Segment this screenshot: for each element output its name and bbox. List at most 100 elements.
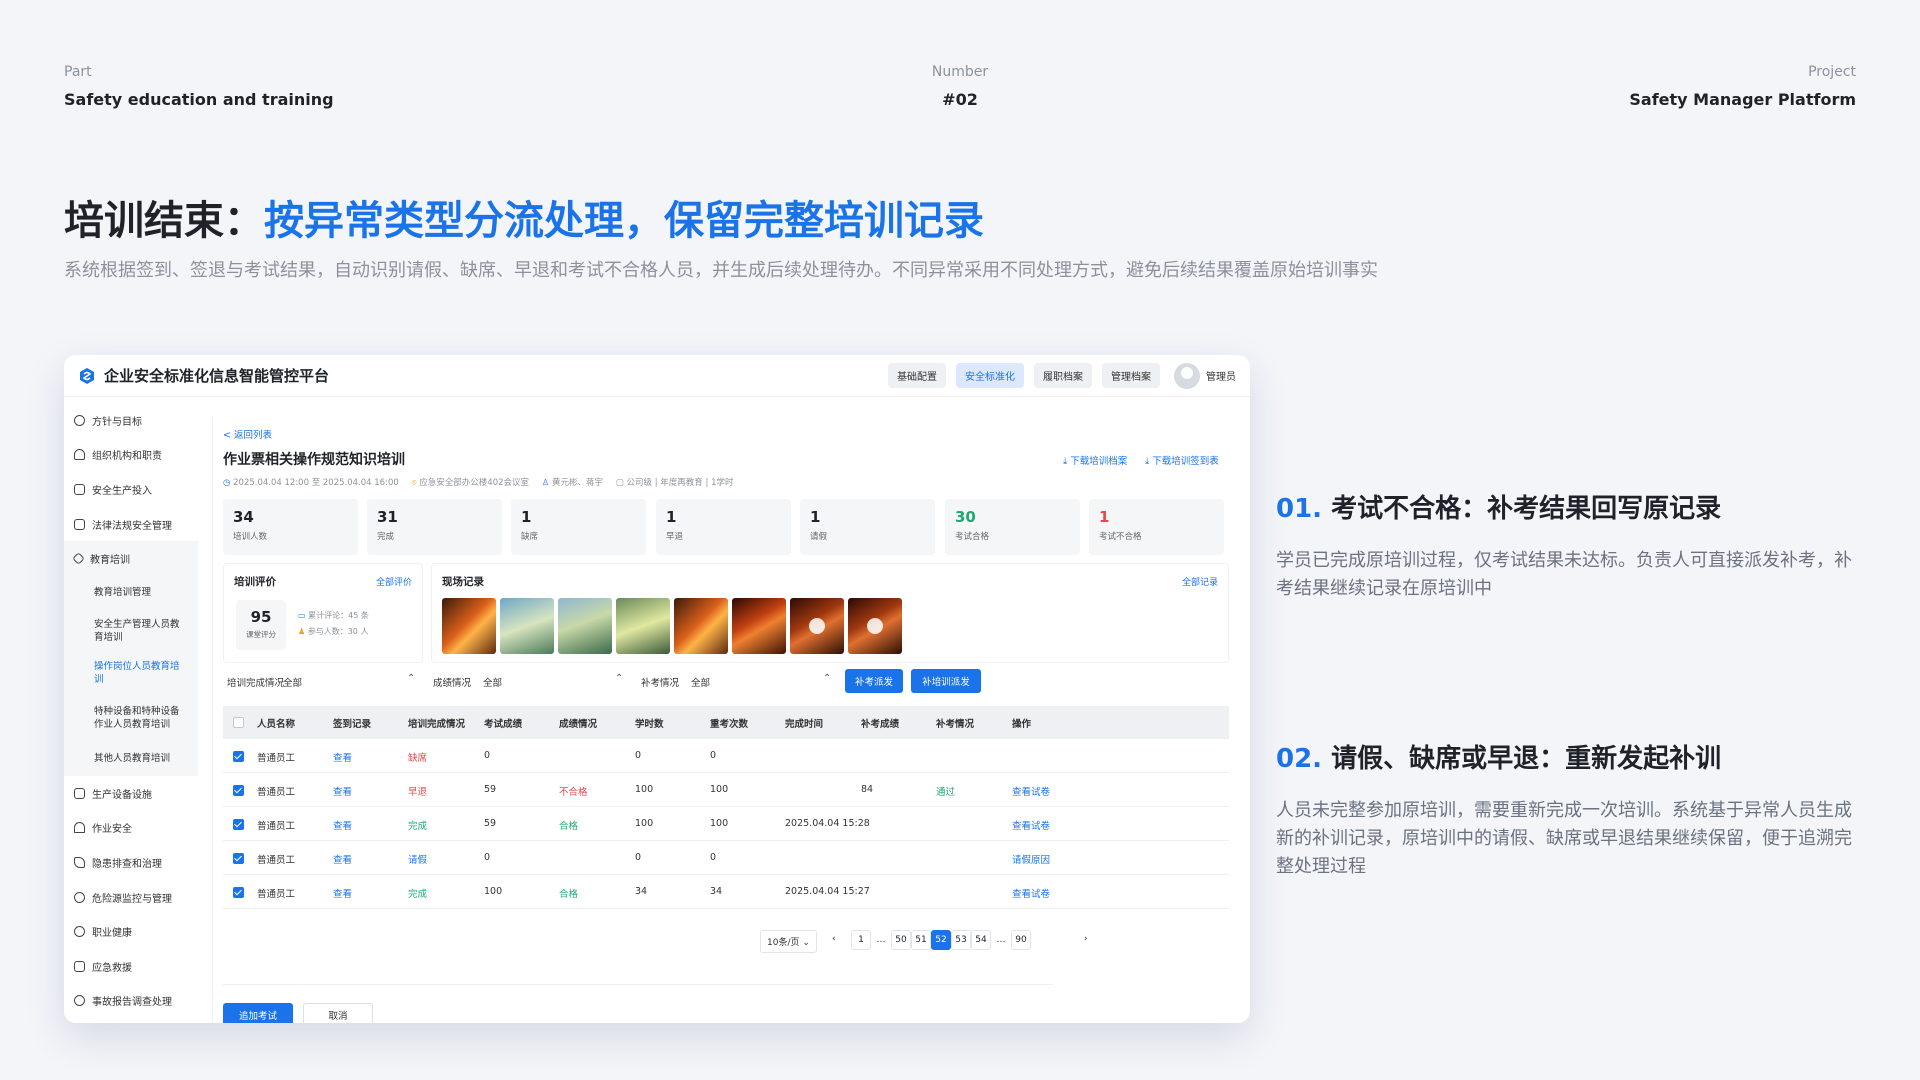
user-name[interactable]: 管理员 xyxy=(1206,368,1236,383)
sidebar-item-education[interactable]: 教育培训 xyxy=(64,541,198,576)
select-all-checkbox[interactable] xyxy=(233,717,244,728)
sidebar-subitem-manager-training[interactable]: 安全生产管理人员教育培训 xyxy=(64,609,198,652)
section-description: 学员已完成原培训过程，仅考试结果未达标。负责人可直接派发补考，补考结果继续记录在… xyxy=(1276,550,1852,599)
part-value: Safety education and training xyxy=(64,90,334,109)
part-label: Part xyxy=(64,64,92,80)
makeup-exam-button[interactable]: 补考派发 xyxy=(845,669,903,693)
cell-signin[interactable]: 查看 xyxy=(333,852,352,866)
download-signin-link[interactable]: ⤓ 下载培训签到表 xyxy=(1145,453,1219,467)
chevron-up-icon[interactable]: ⌃ xyxy=(823,673,831,684)
sidebar-item-investment[interactable]: 安全生产投入 xyxy=(64,472,198,507)
participant-count: ♟ 参与人数：30 人 xyxy=(298,627,369,636)
cell-signin[interactable]: 查看 xyxy=(333,886,352,900)
filter-completion-select[interactable]: 全部 xyxy=(283,675,302,689)
training-info: ◷ 2025.04.04 12:00 至 2025.04.04 16:00 ⌾ … xyxy=(223,478,734,488)
filter-makeup-select[interactable]: 全部 xyxy=(691,675,710,689)
all-evaluations-link[interactable]: 全部评价 xyxy=(376,575,412,588)
download-records-link[interactable]: ⤓ 下载培训档案 xyxy=(1063,453,1127,467)
page-button[interactable]: 50 xyxy=(891,930,911,950)
chevron-up-icon[interactable]: ⌃ xyxy=(407,673,415,684)
cell-signin[interactable]: 查看 xyxy=(333,784,352,798)
project-label: Project xyxy=(1808,64,1856,80)
sidebar-subitem-special-equipment-training[interactable]: 特种设备和特种设备作业人员教育培训 xyxy=(64,693,198,742)
record-thumbnail[interactable] xyxy=(616,598,670,654)
row-checkbox[interactable] xyxy=(233,751,244,762)
back-link[interactable]: < 返回列表 xyxy=(223,427,272,441)
table-row: 普通员工 查看 请假 0 0 0 请假原因 xyxy=(223,841,1229,875)
sidebar-item-equipment[interactable]: 生产设备设施 xyxy=(64,776,198,811)
nav-basic-config[interactable]: 基础配置 xyxy=(888,363,946,388)
record-thumbnail[interactable] xyxy=(442,598,496,654)
sidebar-item-label: 法律法规安全管理 xyxy=(92,520,172,532)
next-page-button[interactable]: › xyxy=(1084,934,1088,944)
cancel-button[interactable]: 取消 xyxy=(303,1003,373,1023)
page-size-select[interactable]: 10条/页 ⌄ xyxy=(760,930,817,953)
col-header: 学时数 xyxy=(635,719,664,730)
row-checkbox[interactable] xyxy=(233,853,244,864)
page-button[interactable]: 52 xyxy=(931,930,951,950)
table-row: 普通员工 查看 早退 59 不合格 100 100 84 通过 查看试卷 xyxy=(223,773,1229,807)
page-button[interactable]: 90 xyxy=(1011,930,1031,950)
cell-action[interactable]: 查看试卷 xyxy=(1012,886,1050,900)
all-records-link[interactable]: 全部记录 xyxy=(1182,575,1218,588)
cell-makeup-score: 84 xyxy=(861,784,874,795)
sidebar-subitem-operator-training[interactable]: 操作岗位人员教育培训 xyxy=(64,651,198,694)
sidebar-item-laws[interactable]: 法律法规安全管理 xyxy=(64,507,198,542)
cell-action[interactable]: 查看试卷 xyxy=(1012,818,1050,832)
sidebar-subitem-other-training[interactable]: 其他人员教育培训 xyxy=(64,741,198,776)
page-button[interactable]: 51 xyxy=(911,930,931,950)
sidebar-item-operation-safety[interactable]: 作业安全 xyxy=(64,811,198,846)
add-exam-button[interactable]: 追加考试 xyxy=(223,1003,293,1023)
sidebar-item-policy[interactable]: 方针与目标 xyxy=(64,403,198,438)
record-thumbnail[interactable] xyxy=(500,598,554,654)
record-video-thumbnail[interactable] xyxy=(848,598,902,654)
sidebar-item-organization[interactable]: 组织机构和职责 xyxy=(64,438,198,473)
sidebar-item-hazards[interactable]: 隐患排查和治理 xyxy=(64,845,198,880)
sidebar-item-accident-report[interactable]: 事故报告调查处理 xyxy=(64,984,198,1019)
row-checkbox[interactable] xyxy=(233,819,244,830)
record-video-thumbnail[interactable] xyxy=(790,598,844,654)
page-button[interactable]: 1 xyxy=(851,930,871,950)
number-value: #02 xyxy=(942,90,978,109)
cell-action[interactable]: 查看试卷 xyxy=(1012,784,1050,798)
row-checkbox[interactable] xyxy=(233,887,244,898)
makeup-training-button[interactable]: 补培训派发 xyxy=(911,669,981,693)
evaluation-panel: 培训评价 全部评价 95 课堂评分 ▭ 累计评论：45 条 ♟ 参与人数：30 人 xyxy=(223,563,423,663)
record-thumbnail[interactable] xyxy=(674,598,728,654)
record-thumbnail[interactable] xyxy=(558,598,612,654)
cell-signin[interactable]: 查看 xyxy=(333,750,352,764)
meta-project: Project Safety Manager Platform xyxy=(1629,64,1856,109)
cell-result: 不合格 xyxy=(559,787,588,798)
cell-retakes: 100 xyxy=(710,818,729,829)
meta-part: Part Safety education and training xyxy=(64,64,334,109)
stat-value: 1 xyxy=(1099,508,1110,526)
sidebar-item-occupational-health[interactable]: 职业健康 xyxy=(64,914,198,949)
pagination-ellipsis: … xyxy=(996,935,1006,945)
filter-score-select[interactable]: 全部 xyxy=(483,675,502,689)
section-title: 02. 请假、缺席或早退：重新发起补训 xyxy=(1276,744,1722,774)
number-label: Number xyxy=(931,64,989,80)
record-thumbnail[interactable] xyxy=(732,598,786,654)
table-row: 普通员工 查看 完成 100 合格 34 34 2025.04.04 15:27 查看试卷 xyxy=(223,875,1229,909)
cell-action[interactable]: 请假原因 xyxy=(1012,852,1050,866)
sidebar-item-danger-sources[interactable]: 危险源监控与管理 xyxy=(64,880,198,915)
sidebar-subitem-education-mgmt[interactable]: 教育培训管理 xyxy=(64,575,198,610)
nav-management-archive[interactable]: 管理档案 xyxy=(1102,363,1160,388)
nav-duty-archive[interactable]: 履职档案 xyxy=(1034,363,1092,388)
sidebar-item-emergency[interactable]: 应急救援 xyxy=(64,949,198,984)
col-header: 成绩情况 xyxy=(559,719,598,730)
cell-score: 59 xyxy=(484,784,497,795)
cell-signin[interactable]: 查看 xyxy=(333,818,352,832)
helmet-icon xyxy=(74,822,85,834)
filter-makeup-label: 补考情况 xyxy=(641,678,680,689)
page-button[interactable]: 54 xyxy=(971,930,991,950)
nav-safety-standard[interactable]: 安全标准化 xyxy=(956,363,1024,388)
sidebar-item-label: 方针与目标 xyxy=(92,416,142,428)
health-icon xyxy=(74,926,85,938)
avatar[interactable] xyxy=(1174,362,1200,389)
prev-page-button[interactable]: ‹ xyxy=(832,934,836,944)
app-topbar: 企业安全标准化信息智能管控平台 基础配置 安全标准化 履职档案 管理档案 管理员 xyxy=(64,355,1250,397)
chevron-up-icon[interactable]: ⌃ xyxy=(615,673,623,684)
row-checkbox[interactable] xyxy=(233,785,244,796)
page-button[interactable]: 53 xyxy=(951,930,971,950)
